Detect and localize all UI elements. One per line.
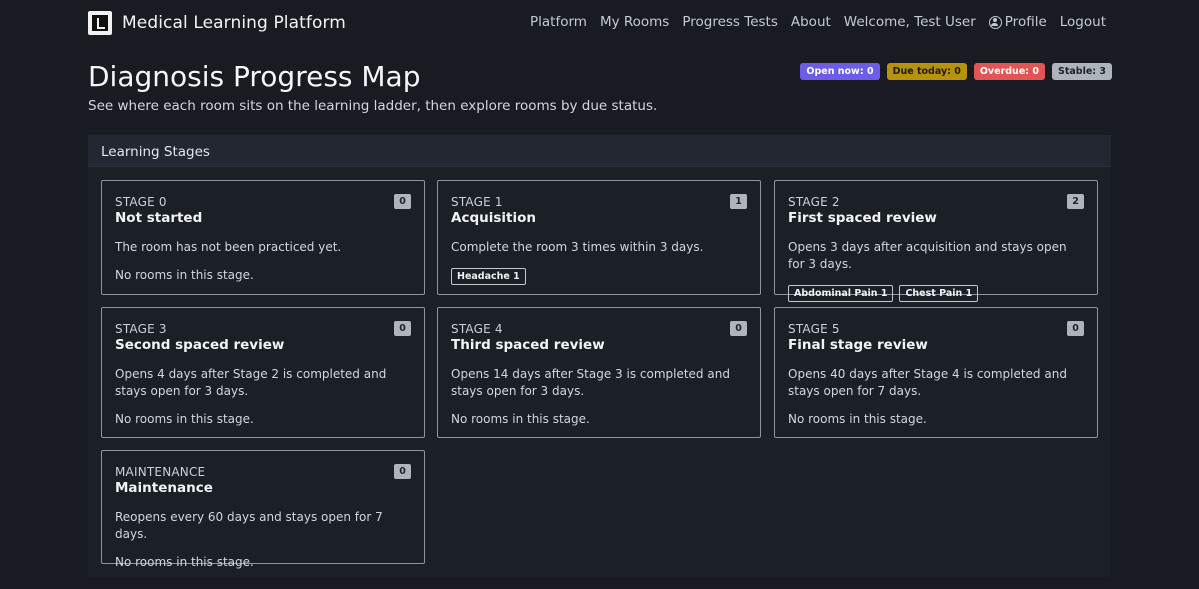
- stage-title: Not started: [115, 210, 203, 226]
- stage-count-badge: 0: [394, 464, 411, 479]
- stage-label: STAGE 0: [115, 195, 167, 209]
- brand-name: Medical Learning Platform: [122, 13, 346, 33]
- welcome-text: Welcome, Test User: [843, 14, 976, 30]
- stage-label: STAGE 3: [115, 322, 167, 336]
- stage-card-1: STAGE 1 Acquisition 1 Complete the room …: [437, 180, 761, 295]
- user-circle-icon: [988, 15, 1002, 29]
- stage-card-4: STAGE 4 Third spaced review 0 Opens 14 d…: [437, 307, 761, 438]
- stage-count-badge: 0: [1067, 321, 1084, 336]
- nav-links: Platform My Rooms Progress Tests About W…: [530, 14, 1106, 30]
- stage-empty-text: No rooms in this stage.: [451, 412, 590, 426]
- learning-stages-section: Learning Stages STAGE 0 Not started 0 Th…: [88, 135, 1111, 577]
- stage-description: The room has not been practiced yet.: [115, 240, 342, 254]
- nav-progress-tests[interactable]: Progress Tests: [682, 14, 778, 30]
- room-tag-list: Abdominal Pain 1 Chest Pain 1: [788, 285, 1084, 302]
- stage-description: Reopens every 60 days and stays open for…: [115, 510, 383, 541]
- page-title: Diagnosis Progress Map: [88, 60, 421, 93]
- stage-description: Complete the room 3 times within 3 days.: [451, 240, 704, 254]
- overdue-badge[interactable]: Overdue: 0: [973, 63, 1045, 80]
- room-tag[interactable]: Chest Pain 1: [899, 285, 979, 302]
- stage-title: First spaced review: [788, 210, 937, 226]
- stage-description: Opens 14 days after Stage 3 is completed…: [451, 367, 730, 398]
- open-now-badge[interactable]: Open now: 0: [800, 63, 880, 80]
- stage-card-maintenance: MAINTENANCE Maintenance 0 Reopens every …: [101, 450, 425, 569]
- nav-logout[interactable]: Logout: [1060, 14, 1106, 30]
- stage-count-badge: 0: [394, 321, 411, 336]
- stage-description: Opens 40 days after Stage 4 is completed…: [788, 367, 1067, 398]
- stage-label: STAGE 5: [788, 322, 840, 336]
- stage-description: Opens 3 days after acquisition and stays…: [788, 240, 1067, 271]
- stage-empty-text: No rooms in this stage.: [788, 412, 927, 426]
- stage-title: Acquisition: [451, 210, 536, 226]
- stable-badge[interactable]: Stable: 3: [1051, 63, 1112, 80]
- stage-description: Opens 4 days after Stage 2 is completed …: [115, 367, 387, 398]
- section-header: Learning Stages: [88, 135, 1111, 167]
- nav-about[interactable]: About: [791, 14, 831, 30]
- stage-count-badge: 2: [1067, 194, 1084, 209]
- stage-title: Third spaced review: [451, 337, 605, 353]
- stage-empty-text: No rooms in this stage.: [115, 555, 254, 569]
- page-subtitle: See where each room sits on the learning…: [88, 98, 658, 114]
- stage-card-5: STAGE 5 Final stage review 0 Opens 40 da…: [774, 307, 1098, 438]
- nav-profile-label: Profile: [1004, 14, 1047, 30]
- bookmark-logo-icon: [88, 11, 112, 35]
- stage-title: Final stage review: [788, 337, 928, 353]
- stage-count-badge: 0: [730, 321, 747, 336]
- room-tag[interactable]: Abdominal Pain 1: [788, 285, 894, 302]
- stage-title: Second spaced review: [115, 337, 285, 353]
- stage-card-0: STAGE 0 Not started 0 The room has not b…: [101, 180, 425, 295]
- stage-label: STAGE 2: [788, 195, 840, 209]
- brand-link[interactable]: Medical Learning Platform: [88, 11, 346, 35]
- stage-label: STAGE 1: [451, 195, 503, 209]
- room-tag[interactable]: Headache 1: [451, 268, 526, 285]
- stage-card-3: STAGE 3 Second spaced review 0 Opens 4 d…: [101, 307, 425, 438]
- stage-empty-text: No rooms in this stage.: [115, 412, 254, 426]
- nav-my-rooms[interactable]: My Rooms: [600, 14, 669, 30]
- stage-empty-text: No rooms in this stage.: [115, 268, 254, 282]
- stage-label: MAINTENANCE: [115, 465, 206, 479]
- nav-profile[interactable]: Profile: [988, 14, 1047, 30]
- stage-label: STAGE 4: [451, 322, 503, 336]
- stage-card-2: STAGE 2 First spaced review 2 Opens 3 da…: [774, 180, 1098, 302]
- due-today-badge[interactable]: Due today: 0: [886, 63, 967, 80]
- top-navbar: Medical Learning Platform Platform My Ro…: [0, 0, 1199, 46]
- nav-platform[interactable]: Platform: [530, 14, 587, 30]
- stage-count-badge: 1: [730, 194, 747, 209]
- status-badges: Open now: 0 Due today: 0 Overdue: 0 Stab…: [800, 63, 1112, 80]
- stage-count-badge: 0: [394, 194, 411, 209]
- room-tag-list: Headache 1: [451, 268, 747, 285]
- stage-title: Maintenance: [115, 480, 213, 496]
